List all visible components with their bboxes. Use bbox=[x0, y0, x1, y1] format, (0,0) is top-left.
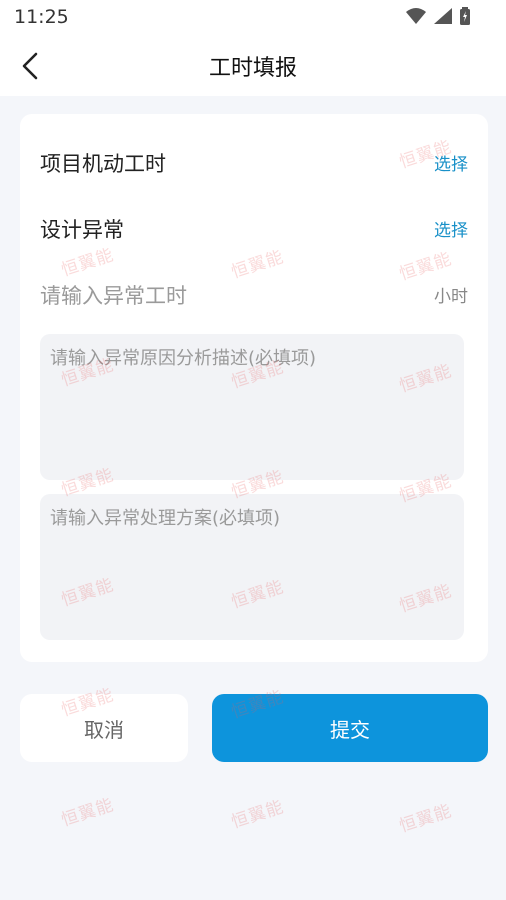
solution-textarea[interactable]: 请输入异常处理方案(必填项) bbox=[40, 494, 464, 640]
page-title: 工时填报 bbox=[208, 56, 297, 81]
watermark: 恒翼能 bbox=[229, 797, 287, 833]
design-exception-select[interactable]: 选择 bbox=[434, 216, 468, 241]
battery-icon bbox=[460, 7, 470, 25]
status-icons bbox=[406, 7, 470, 25]
wifi-icon bbox=[406, 8, 426, 24]
project-hours-label: 项目机动工时 bbox=[40, 152, 166, 176]
exception-hours-input[interactable]: 请输入异常工时 bbox=[40, 280, 187, 310]
watermark: 恒翼能 bbox=[397, 801, 455, 837]
hours-unit: 小时 bbox=[434, 287, 468, 307]
status-bar: 11:25 bbox=[0, 0, 506, 34]
design-exception-row[interactable]: 设计异常 选择 bbox=[40, 210, 468, 246]
design-exception-label: 设计异常 bbox=[40, 218, 124, 242]
exception-hours-field[interactable]: 请输入异常工时 小时 bbox=[40, 276, 468, 312]
app-header: 工时填报 bbox=[0, 34, 506, 96]
watermark: 恒翼能 bbox=[59, 795, 117, 831]
cancel-button[interactable]: 取消 bbox=[20, 694, 188, 762]
form-card: 项目机动工时 选择 设计异常 选择 请输入异常工时 小时 请输入异常原因分析描述… bbox=[20, 114, 488, 662]
status-time: 11:25 bbox=[14, 6, 69, 28]
submit-button[interactable]: 提交 bbox=[212, 694, 488, 762]
signal-icon bbox=[434, 8, 452, 24]
project-hours-row[interactable]: 项目机动工时 选择 bbox=[40, 144, 468, 180]
reason-textarea[interactable]: 请输入异常原因分析描述(必填项) bbox=[40, 334, 464, 480]
project-hours-select[interactable]: 选择 bbox=[434, 150, 468, 175]
